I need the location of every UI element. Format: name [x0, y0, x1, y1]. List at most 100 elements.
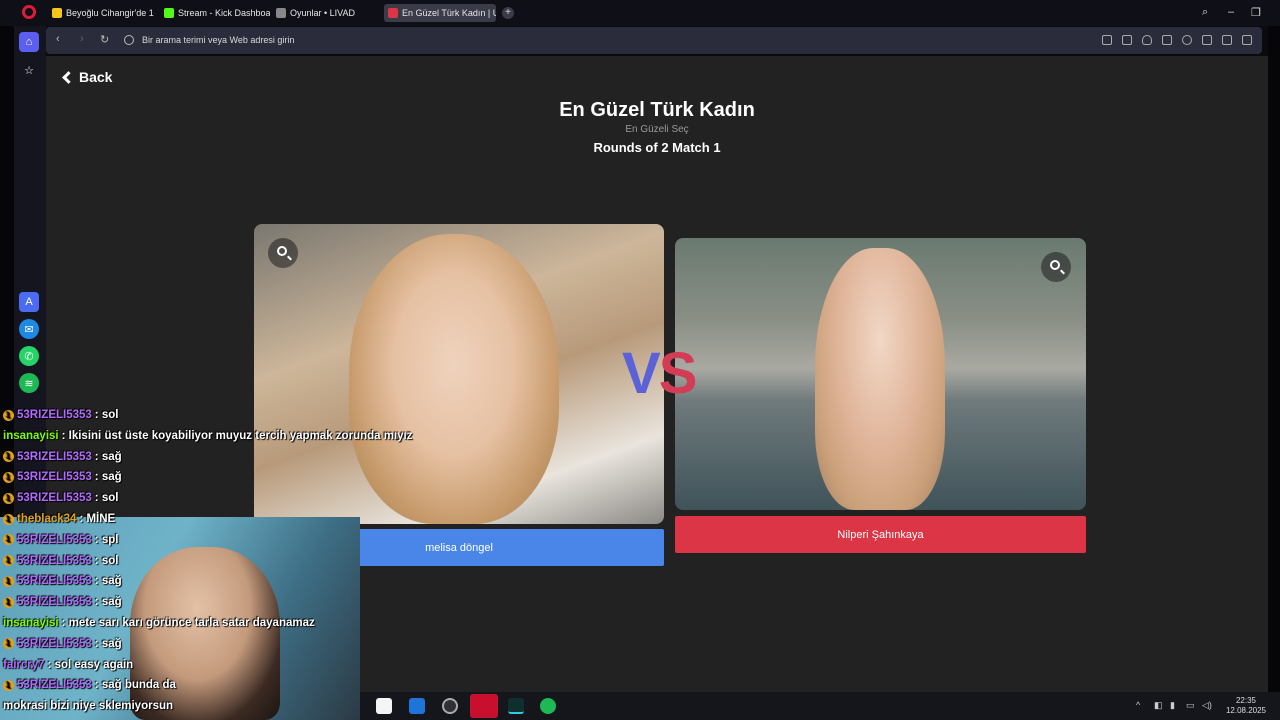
outlook-icon[interactable] — [409, 698, 425, 714]
chat-username[interactable]: insanayisi — [3, 430, 59, 442]
vpn-icon[interactable] — [1182, 35, 1192, 45]
back-nav-icon[interactable]: ‹ — [56, 33, 60, 45]
chat-message: 1 53RIZELI5353: spl — [3, 534, 118, 546]
download-icon[interactable] — [1222, 35, 1232, 45]
chat-username[interactable]: insanayisi — [3, 617, 59, 629]
store-icon[interactable] — [376, 698, 392, 714]
chat-username[interactable]: 53RIZELI5353 — [17, 679, 92, 691]
back-button[interactable]: Back — [62, 69, 112, 85]
forward-nav-icon[interactable]: › — [80, 33, 84, 45]
tab-label: Beyoğlu Cihangir'de 1+1 — [66, 8, 154, 18]
globe-icon — [124, 35, 134, 45]
system-clock[interactable]: 22:35 12.08.2025 — [1226, 696, 1266, 716]
chat-message: mokrasi bizi niye sklemiyorsun — [3, 700, 173, 712]
url-input[interactable]: Bir arama terimi veya Web adresi girin — [142, 35, 294, 45]
terminal-icon[interactable] — [508, 698, 524, 714]
right-portrait — [815, 248, 945, 510]
minimize-icon[interactable]: – — [1228, 6, 1234, 18]
chat-message: insanayisi: mete sarı karı görünce tarla… — [3, 617, 315, 629]
address-bar: ‹ › ↻ Bir arama terimi veya Web adresi g… — [46, 27, 1262, 54]
browser-tab-bar: Beyoğlu Cihangir'de 1+1 Stream - Kick Da… — [0, 0, 1280, 26]
chat-username[interactable]: 53RIZELI5353 — [17, 471, 92, 483]
right-edge — [1268, 26, 1280, 720]
chat-message: faircry7: sol easy again — [3, 659, 133, 671]
zoom-in-icon[interactable] — [1041, 252, 1071, 282]
chat-text: : sağ — [94, 596, 122, 609]
page-subtitle: En Güzeli Seç — [625, 124, 689, 135]
back-label: Back — [79, 69, 113, 85]
tab-favicon-icon — [164, 8, 174, 18]
chat-text: : sağ — [94, 471, 122, 484]
chat-username[interactable]: faircry7 — [3, 659, 45, 671]
right-choice-button[interactable]: Nilperi Şahınkaya — [675, 516, 1086, 553]
chat-text: : sağ — [94, 450, 122, 463]
tab-favicon-icon — [276, 8, 286, 18]
player-icon[interactable] — [1202, 35, 1212, 45]
edit-icon[interactable] — [1102, 35, 1112, 45]
subscriber-badge-icon: 1 — [3, 555, 14, 567]
extensions-icon[interactable] — [1162, 35, 1172, 45]
chat-text: : sağ — [94, 637, 122, 650]
tab-label: Oyunlar • LIVAD — [290, 8, 356, 18]
clock-time: 22:35 — [1235, 696, 1256, 705]
screen: Beyoğlu Cihangir'de 1+1 Stream - Kick Da… — [0, 0, 1280, 720]
chat-text: mokrasi bizi niye sklemiyorsun — [3, 700, 174, 713]
chat-username[interactable]: 53RIZELI5353 — [17, 555, 92, 567]
messenger-icon[interactable]: ✉ — [19, 319, 39, 339]
chat-username[interactable]: 53RIZELI5353 — [17, 638, 92, 650]
tab-oyunlar[interactable]: Oyunlar • LIVAD — [272, 4, 378, 22]
obs-icon[interactable] — [442, 698, 458, 714]
right-candidate-photo[interactable] — [675, 238, 1086, 510]
bookmarks-icon[interactable]: ☆ — [19, 60, 39, 80]
streamer-figure — [130, 547, 280, 720]
chat-text: : mete sarı karı görünce tarla satar day… — [61, 617, 315, 629]
chat-username[interactable]: 53RIZELI5353 — [17, 534, 92, 546]
chat-message: insanayisi: Ikisini üst üste koyabiliyor… — [3, 430, 412, 442]
opera-taskbar-icon[interactable] — [470, 694, 498, 718]
tray-chevron-up-icon[interactable]: ^ — [1136, 700, 1140, 710]
page-title: En Güzel Türk Kadın — [559, 99, 755, 121]
aria-icon[interactable]: A — [19, 292, 39, 312]
subscriber-badge-icon: 1 — [3, 409, 14, 421]
opera-logo-icon[interactable] — [22, 5, 36, 19]
new-tab-button[interactable]: + — [502, 7, 514, 19]
chat-username[interactable]: 53RIZELI5353 — [17, 451, 92, 463]
zoom-in-icon[interactable] — [268, 238, 298, 268]
menu-icon[interactable] — [1242, 35, 1252, 45]
chat-message: 1 53RIZELI5353: sol — [3, 409, 118, 421]
chat-message: 1 53RIZELI5353: sağ — [3, 451, 122, 463]
tab-beyoglu[interactable]: Beyoğlu Cihangir'de 1+1 — [48, 4, 154, 22]
spotify-taskbar-icon[interactable] — [540, 698, 556, 714]
microphone-icon[interactable]: ▮ — [1170, 700, 1175, 711]
chat-username[interactable]: 53RIZELI5353 — [17, 575, 92, 587]
network-icon[interactable]: ▭ — [1186, 700, 1195, 711]
tab-kick-dashboard[interactable]: Stream - Kick Dashboard — [160, 4, 270, 22]
home-icon[interactable]: ⌂ — [19, 32, 39, 52]
chat-text: : sol — [94, 492, 119, 505]
chevron-left-icon — [62, 70, 75, 84]
volume-icon[interactable]: ◁) — [1202, 700, 1212, 711]
shield-icon[interactable] — [1142, 35, 1152, 45]
restore-icon[interactable]: ❐ — [1251, 6, 1261, 19]
tab-label: Stream - Kick Dashboard — [178, 8, 270, 18]
chat-username[interactable]: 53RIZELI5353 — [17, 596, 92, 608]
subscriber-badge-icon: 1 — [3, 471, 14, 483]
search-tabs-icon[interactable]: ⌕ — [1202, 6, 1208, 19]
snapshot-icon[interactable] — [1122, 35, 1132, 45]
chat-username[interactable]: 53RIZELI5353 — [17, 492, 92, 504]
chat-text: : MİNE — [79, 513, 116, 525]
reload-icon[interactable]: ↻ — [100, 33, 109, 46]
subscriber-badge-icon: 1 — [3, 451, 14, 463]
chat-username[interactable]: 53RIZELI5353 — [17, 409, 92, 421]
tab-favicon-icon — [52, 8, 62, 18]
tab-en-guzel-turk-kadin[interactable]: En Güzel Türk Kadın | Uw — [384, 4, 496, 22]
subscriber-badge-icon: 1 — [3, 638, 14, 650]
chat-message: 1 53RIZELI5353: sağ — [3, 596, 122, 608]
spotify-icon[interactable]: ≋ — [19, 373, 39, 393]
tray-app-icon[interactable]: ◧ — [1154, 700, 1163, 711]
tab-label: En Güzel Türk Kadın | Uw — [402, 8, 496, 18]
chat-username[interactable]: theblack34 — [17, 513, 76, 525]
subscriber-badge-icon: 1 — [3, 575, 14, 587]
whatsapp-icon[interactable]: ✆ — [19, 346, 39, 366]
left-candidate-photo[interactable] — [254, 224, 664, 524]
